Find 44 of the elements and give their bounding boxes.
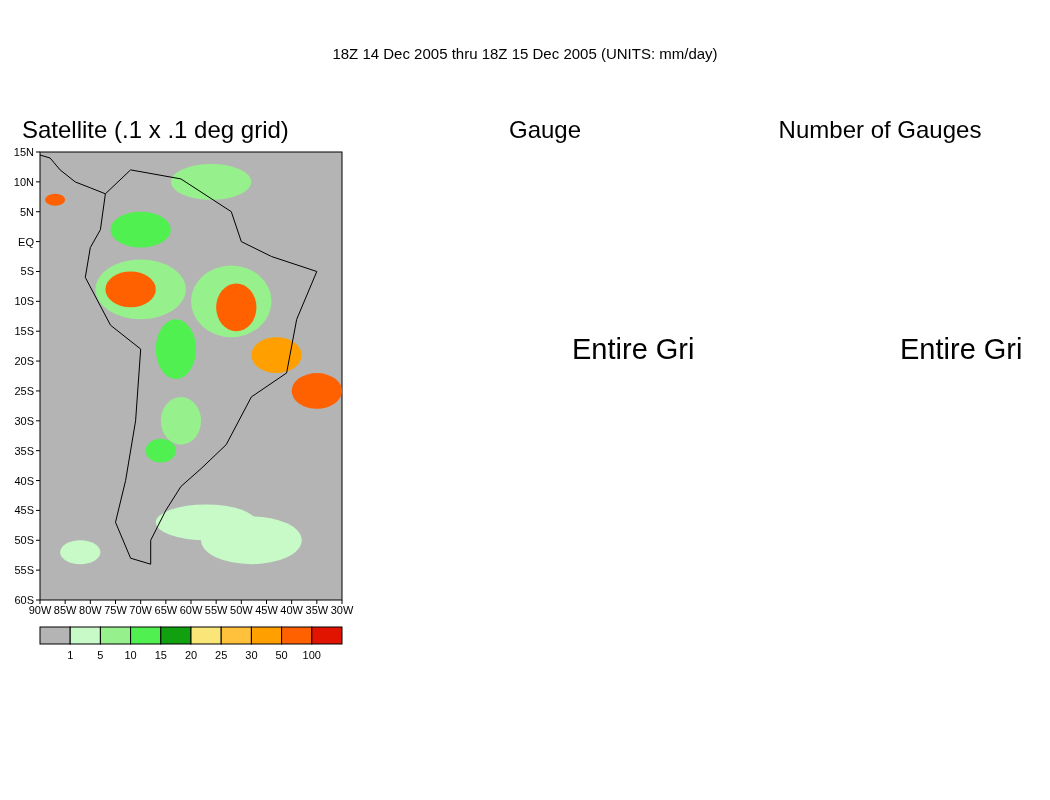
latitude-label: 25S: [14, 384, 34, 397]
longitude-label: 80W: [79, 604, 102, 616]
legend-label: 10: [124, 649, 137, 661]
legend-label: 20: [184, 649, 198, 661]
latitude-label: 10N: [13, 175, 34, 188]
latitude-label: 45S: [14, 504, 34, 517]
panel-message: Entire Gri: [571, 333, 696, 366]
latitude-label: 10S: [14, 295, 34, 308]
legend-label: 50: [275, 649, 288, 661]
latitude-label: 35S: [14, 444, 34, 457]
latitude-label: 40S: [14, 474, 34, 487]
latitude-label: 30S: [14, 414, 34, 427]
longitude-label: 60W: [179, 604, 203, 616]
latitude-label: 50S: [14, 534, 34, 547]
longitude-label: 30W: [330, 604, 354, 616]
latitude-label: EQ: [18, 235, 34, 248]
longitude-label: 65W: [154, 604, 178, 616]
legend-label: 15: [154, 649, 167, 661]
legend-label: 25: [215, 649, 228, 661]
latitude-label: 55S: [14, 564, 34, 577]
legend-label: 1: [67, 649, 74, 661]
legend-label: 30: [245, 649, 258, 661]
longitude-label: 70W: [129, 604, 152, 616]
panel-title: Satellite (.1 x .1 deg grid): [21, 115, 290, 145]
latitude-label: 20S: [14, 355, 34, 368]
longitude-label: 90W: [28, 604, 52, 616]
longitude-label: 35W: [305, 604, 329, 616]
plot-title: 18Z 14 Dec 2005 thru 18Z 15 Dec 2005 (UNITS: mm/day): [331, 44, 719, 64]
longitude-label: 50W: [230, 604, 253, 616]
panel-title: Number of Gauges: [777, 115, 983, 145]
latitude-label: 5N: [19, 205, 34, 218]
longitude-label: 85W: [53, 604, 77, 616]
longitude-label: 40W: [280, 604, 303, 616]
longitude-label: 45W: [255, 604, 278, 616]
latitude-label: 15S: [14, 325, 34, 338]
legend-label: 5: [97, 649, 104, 661]
longitude-label: 75W: [104, 604, 127, 616]
latitude-label: 15N: [13, 146, 34, 158]
panel-message: Entire Gri: [899, 333, 1024, 366]
latitude-label: 5S: [20, 265, 34, 278]
latitude-label: 60S: [14, 594, 34, 606]
legend-label: 100: [302, 649, 321, 661]
longitude-label: 55W: [204, 604, 228, 616]
panel-title: Gauge: [507, 115, 583, 145]
